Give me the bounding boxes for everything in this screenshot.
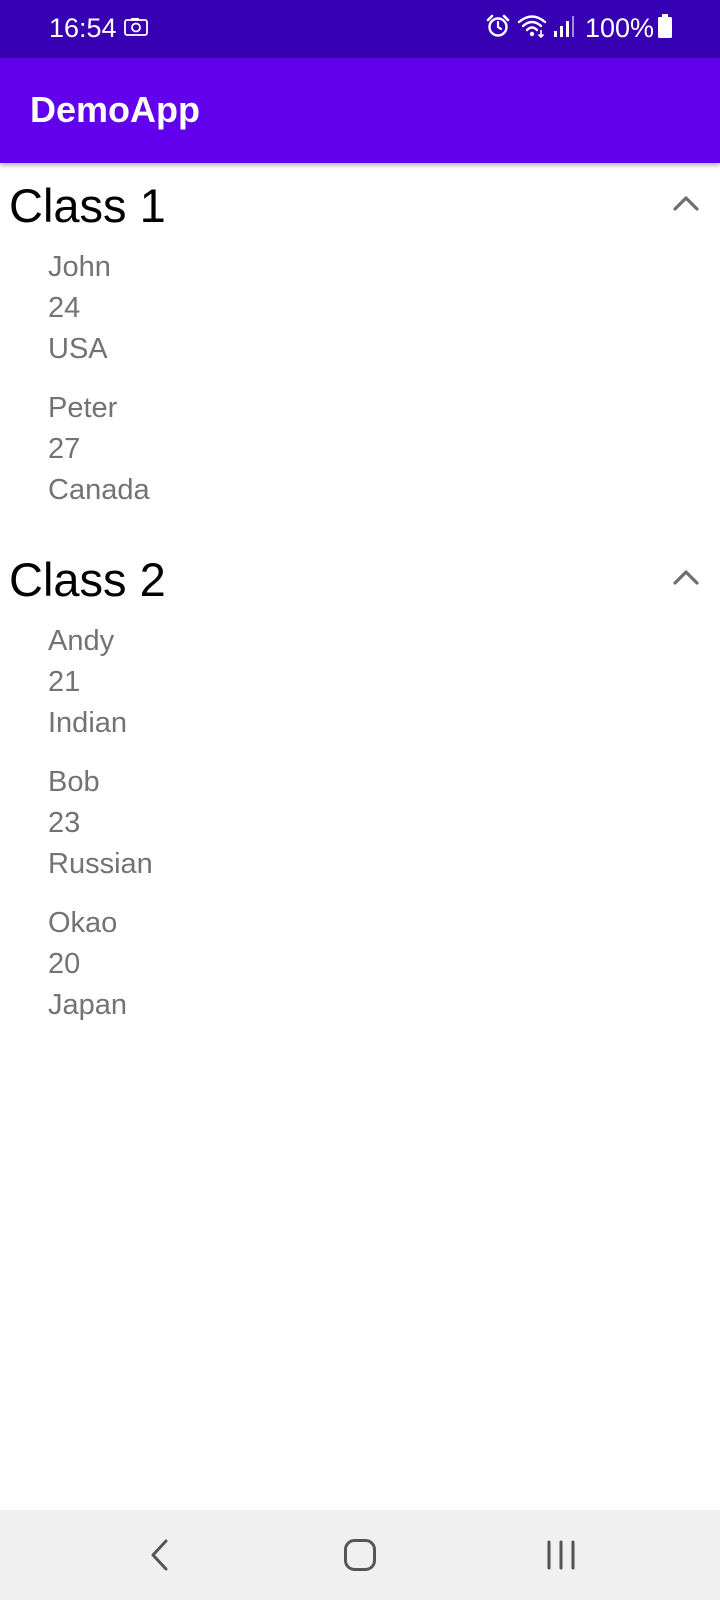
group-header[interactable]: Class 1 — [0, 163, 720, 247]
navigation-bar — [0, 1510, 720, 1600]
status-time: 16:54 — [49, 13, 117, 43]
student-country: Japan — [48, 989, 128, 1021]
alarm-icon — [485, 13, 511, 44]
back-icon[interactable] — [141, 1535, 181, 1575]
signal-icon — [553, 14, 575, 43]
expandable-list: Class 1 John 24 USA Peter 27 Canada Clas… — [0, 163, 720, 1044]
group-class-2: Class 2 Andy 21 Indian Bob 23 Russian Ok… — [0, 537, 720, 1026]
status-bar: 16:54 100% — [0, 0, 720, 58]
student-name: Andy — [48, 625, 115, 657]
chevron-up-icon[interactable] — [666, 559, 706, 599]
status-icons: 100% — [485, 12, 672, 44]
student-item[interactable]: Peter 27 Canada — [0, 388, 720, 511]
student-age: 21 — [48, 666, 81, 698]
battery-percent: 100% — [584, 13, 654, 43]
group-class-1: Class 1 John 24 USA Peter 27 Canada — [0, 163, 720, 511]
app-bar: DemoApp — [0, 58, 720, 163]
student-age: 23 — [48, 807, 81, 839]
home-icon[interactable] — [340, 1535, 380, 1575]
group-title: Class 1 — [9, 179, 166, 232]
student-item[interactable]: Andy 21 Indian — [0, 621, 720, 744]
student-item[interactable]: Okao 20 Japan — [0, 903, 720, 1026]
student-item[interactable]: John 24 USA — [0, 247, 720, 370]
student-name: John — [48, 251, 111, 283]
student-age: 24 — [48, 292, 81, 324]
student-name: Bob — [48, 766, 100, 798]
battery-icon — [658, 13, 672, 43]
chevron-up-icon[interactable] — [666, 185, 706, 225]
app-title: DemoApp — [30, 89, 200, 130]
screen: 16:54 100% DemoApp Class 1 John 24 USA P… — [0, 0, 720, 1600]
student-country: USA — [48, 333, 108, 365]
student-name: Peter — [48, 392, 118, 424]
wifi-icon — [517, 13, 547, 44]
student-item[interactable]: Bob 23 Russian — [0, 762, 720, 885]
recents-icon[interactable] — [541, 1535, 581, 1575]
student-age: 27 — [48, 433, 81, 465]
student-name: Okao — [48, 907, 118, 939]
student-country: Canada — [48, 474, 150, 506]
screenshot-icon — [124, 17, 148, 37]
group-header[interactable]: Class 2 — [0, 537, 720, 621]
student-country: Indian — [48, 707, 128, 739]
student-country: Russian — [48, 848, 153, 880]
group-title: Class 2 — [9, 553, 166, 606]
student-age: 20 — [48, 948, 81, 980]
